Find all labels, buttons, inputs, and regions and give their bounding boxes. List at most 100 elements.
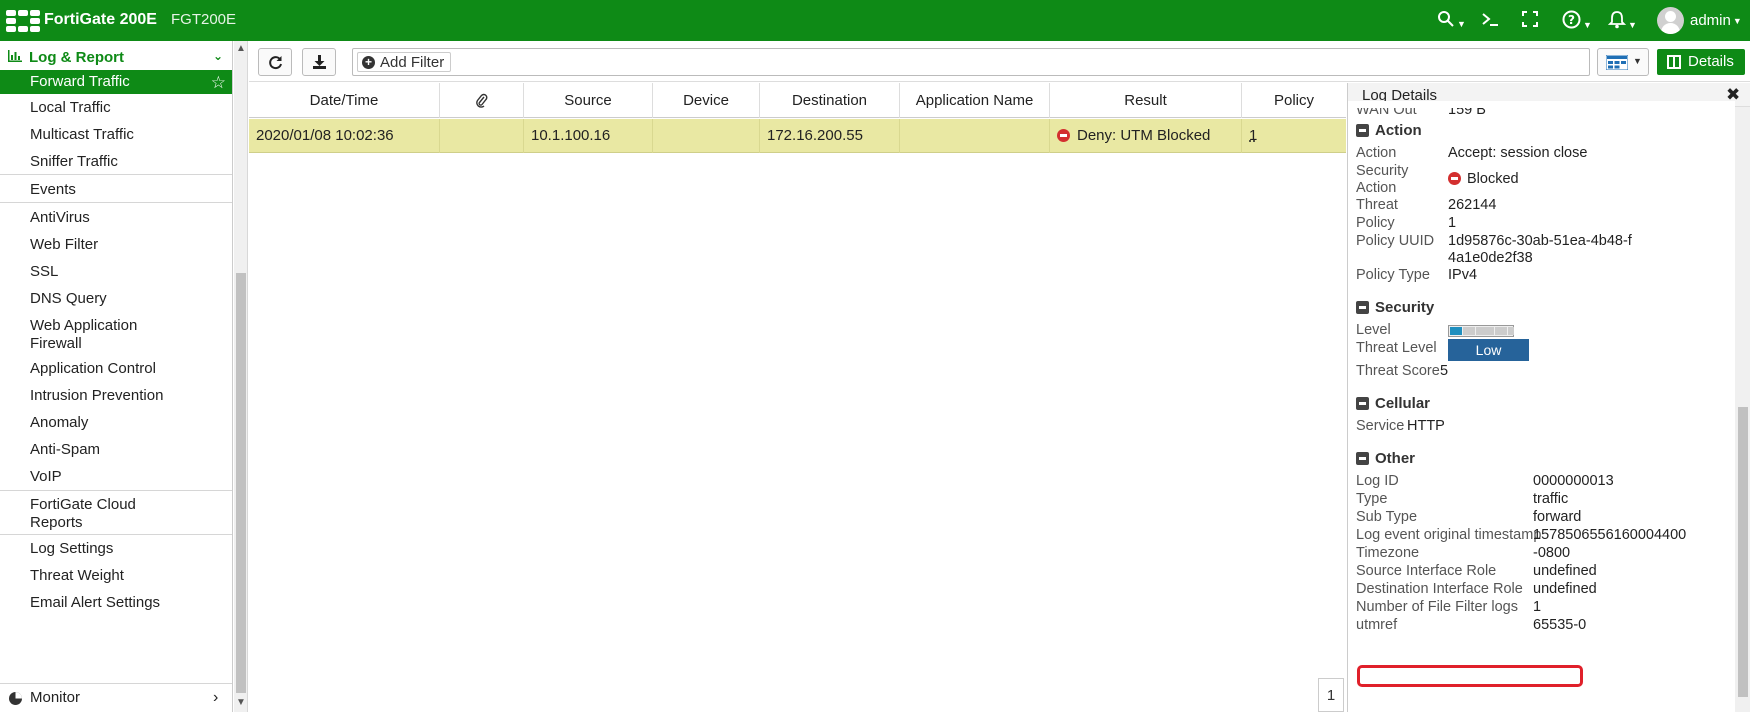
column-header-device[interactable]: Device [653,83,760,118]
details-button[interactable]: Details [1657,49,1745,75]
column-header-application-name[interactable]: Application Name [900,83,1050,118]
sidebar-item-label: Application Control [30,360,156,377]
sidebar-item-multicast-traffic[interactable]: Multicast Traffic [0,126,232,144]
sidebar-item-label: Web Application Firewall [30,317,138,352]
collapse-icon [1356,396,1369,410]
policy-type-value: IPv4 [1448,267,1478,283]
table-row[interactable]: 2020/01/08 10:02:36 10.1.100.16 172.16.2… [249,119,1346,153]
sidebar-item-voip[interactable]: VoIP [0,468,232,486]
sidebar-item-local-traffic[interactable]: Local Traffic [0,99,232,117]
help-icon[interactable]: ? ▼ [1562,10,1592,34]
cli-icon[interactable] [1481,10,1499,33]
sidebar-item-anomaly[interactable]: Anomaly [0,414,232,432]
annotation-highlight [1357,665,1583,687]
policy-link[interactable]: 1 [1249,127,1257,144]
log-toolbar: Add Filter ▼ Details [249,41,1750,82]
refresh-button[interactable] [258,48,292,76]
download-button[interactable] [302,48,336,76]
sidebar-item-email-alert-settings[interactable]: Email Alert Settings [0,594,232,612]
sidebar-item-web-filter[interactable]: Web Filter [0,236,232,254]
top-bar: FortiGate 200E FGT200E ▼ ? ▼ ▼ admin ▼ [0,0,1750,41]
scrollbar-thumb[interactable] [1738,407,1748,697]
user-avatar[interactable] [1657,7,1684,34]
star-icon[interactable]: ☆ [211,74,226,92]
details-scrollbar[interactable] [1735,107,1750,712]
sidebar-item-forward-traffic[interactable]: Forward Traffic ☆ [0,70,232,94]
sidebar-item-application-control[interactable]: Application Control [0,360,232,378]
column-header-source[interactable]: Source [524,83,653,118]
sidebar-item-ssl[interactable]: SSL [0,263,232,281]
section-title: Other [1375,450,1416,467]
sidebar-item-threat-weight[interactable]: Threat Weight [0,567,232,585]
fortinet-logo-icon[interactable] [6,10,40,32]
column-header-result[interactable]: Result [1050,83,1242,118]
other-label: utmref [1356,617,1398,633]
collapse-icon [1356,451,1369,465]
sidebar-item-label: SSL [30,263,59,280]
policy-value: 1 [1448,215,1457,231]
fullscreen-icon[interactable] [1521,10,1539,33]
sidebar-item-anti-spam[interactable]: Anti-Spam [0,441,232,459]
section-security[interactable]: Security [1356,299,1434,316]
pie-chart-icon [9,692,22,705]
column-settings-button[interactable]: ▼ [1597,48,1649,76]
sidebar-item-label: Log Settings [30,540,114,557]
filter-bar[interactable]: Add Filter [352,48,1590,76]
sidebar-item-label: Local Traffic [30,99,111,116]
sidebar-item-antivirus[interactable]: AntiVirus [0,209,232,227]
file-filter-logs-label: Number of File Filter logs [1356,599,1518,615]
policy-uuid-label: Policy UUID [1356,233,1435,249]
collapse-icon [1356,123,1369,137]
scroll-down-icon[interactable]: ▼ [236,697,246,708]
column-header-datetime[interactable]: Date/Time [249,83,440,118]
column-header-attachment[interactable] [440,83,524,118]
sidebar-item-intrusion-prevention[interactable]: Intrusion Prevention [0,387,232,405]
chart-icon [8,50,22,62]
sidebar-item-log-settings[interactable]: Log Settings [0,540,232,558]
add-filter-button[interactable]: Add Filter [357,52,452,72]
cell-destination: 172.16.200.55 [760,119,900,153]
sidebar-item-monitor[interactable]: Monitor › [0,689,232,711]
sidebar-item-web-application-firewall[interactable]: Web Application Firewall [0,317,165,353]
sidebar-item-label: Anomaly [30,414,89,431]
section-title: Action [1375,122,1422,139]
column-header-policy[interactable]: Policy [1242,83,1346,118]
sidebar-item-dns-query[interactable]: DNS Query [0,290,232,308]
scrollbar-thumb[interactable] [236,273,246,693]
add-filter-label: Add Filter [380,54,445,71]
threat-score-label: Threat Score [1356,363,1440,379]
search-icon[interactable]: ▼ [1437,10,1466,33]
details-panel-icon [1667,55,1681,69]
collapse-icon [1356,300,1369,314]
chevron-down-icon: ▼ [1732,16,1742,27]
sidebar-item-sniffer-traffic[interactable]: Sniffer Traffic [0,153,232,171]
blocked-icon [1448,171,1461,185]
sidebar-item-events[interactable]: Events [0,181,232,199]
sidebar-section-log-report[interactable]: Log & Report ⌄ [0,45,232,70]
cell-source: 10.1.100.16 [524,119,653,153]
deny-icon [1057,128,1070,142]
refresh-icon [269,56,282,70]
notifications-icon[interactable]: ▼ [1607,10,1637,34]
column-header-destination[interactable]: Destination [760,83,900,118]
sidebar-item-label: Anti-Spam [30,441,101,458]
other-value: 1578506556160004400 [1533,527,1687,543]
other-label: Log ID [1356,473,1399,489]
section-action[interactable]: Action [1356,122,1422,139]
divider [0,534,232,535]
sidebar-item-fortigate-cloud-reports[interactable]: FortiGate Cloud Reports [0,496,165,532]
user-menu[interactable]: admin ▼ [1690,12,1742,29]
scroll-up-icon[interactable]: ▲ [236,43,246,54]
sidebar-scrollbar[interactable]: ▲ ▼ [234,41,248,712]
level-segment [1501,327,1508,335]
level-segment [1488,327,1495,335]
chevron-down-icon: ⌄ [213,49,224,63]
other-value: 65535-0 [1533,617,1587,633]
sidebar-item-label: VoIP [30,468,62,485]
section-cellular[interactable]: Cellular [1356,395,1430,412]
section-other[interactable]: Other [1356,450,1415,467]
page-number[interactable]: 1 [1318,678,1344,712]
svg-text:?: ? [1568,13,1575,27]
sidebar-item-label: Sniffer Traffic [30,153,118,170]
threat-score-value: 5 [1440,363,1449,379]
